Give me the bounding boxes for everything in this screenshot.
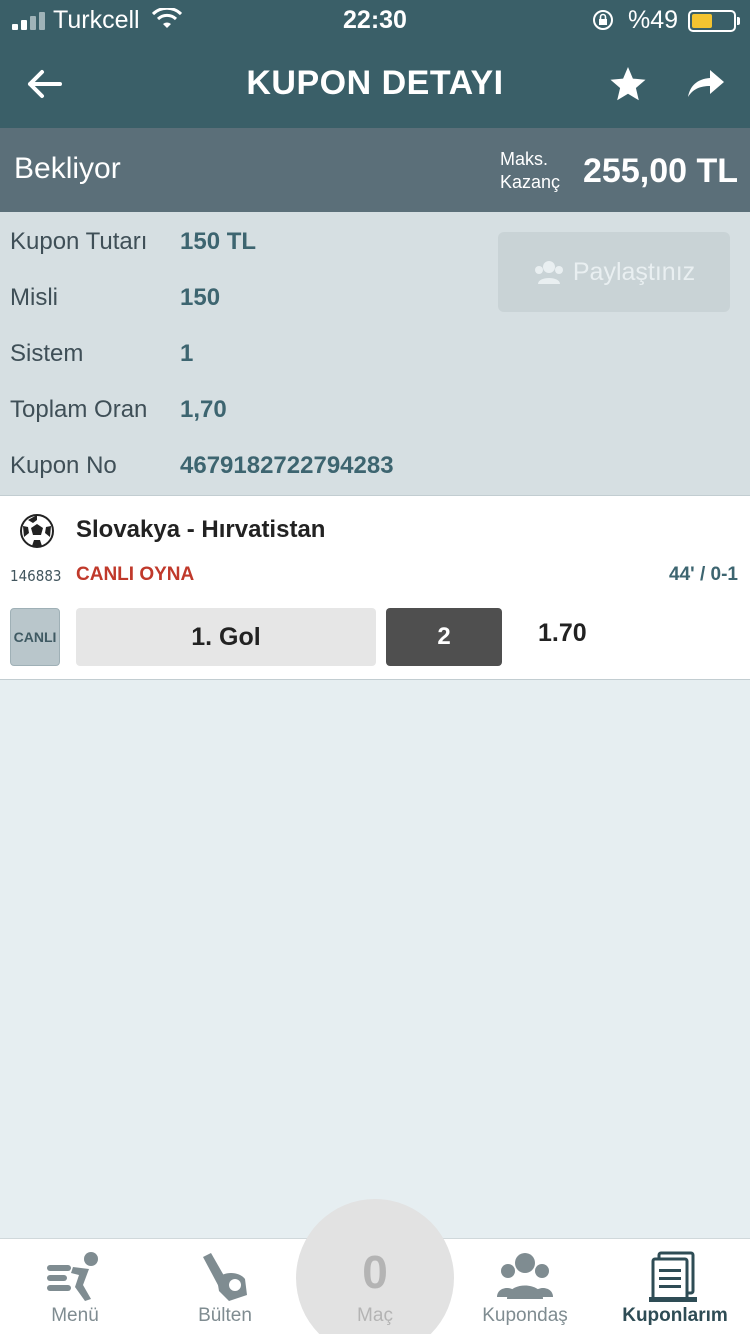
community-icon: [497, 1253, 553, 1299]
live-badge: CANLI: [10, 608, 60, 666]
menu-runner-icon: [47, 1252, 98, 1301]
live-play-link[interactable]: CANLI OYNA: [76, 564, 194, 586]
detail-row-amount: Kupon Tutarı 150 TL: [10, 228, 257, 255]
detail-row-total-odds: Toplam Oran 1,70: [10, 396, 227, 423]
match-code: 146883: [10, 567, 62, 585]
max-win-amount: 255,00 TL: [583, 152, 738, 190]
detail-row-system: Sistem 1: [10, 340, 194, 367]
coupon-status: Bekliyor: [14, 152, 121, 185]
tab-menu[interactable]: Menü: [0, 1239, 150, 1334]
max-win-label: Maks. Kazanç: [500, 149, 561, 192]
people-icon: [534, 261, 563, 284]
battery-icon: [688, 10, 740, 32]
tab-bar: Menü Bülten 0 Maç Kupondaş Kuponlarım: [0, 1199, 750, 1334]
status-bar: Turkcell 22:30 %49: [0, 0, 750, 40]
share-icon[interactable]: [684, 62, 728, 106]
market-name: 1. Gol: [76, 608, 376, 666]
pick-value: 2: [386, 608, 502, 666]
tab-match[interactable]: 0 Maç: [300, 1239, 450, 1334]
detail-row-coupon-no: Kupon No 4679182722794283: [10, 452, 394, 479]
match-count: 0: [362, 1246, 388, 1298]
soccer-ball-icon: [20, 514, 54, 548]
tab-bulletin[interactable]: Bülten: [150, 1239, 300, 1334]
shared-button-label: Paylaştınız: [572, 257, 696, 286]
tab-my-coupons[interactable]: Kuponlarım: [600, 1239, 750, 1334]
match-teams[interactable]: Slovakya - Hırvatistan: [76, 516, 325, 544]
rotation-lock-icon: [593, 10, 613, 30]
tab-kupondas[interactable]: Kupondaş: [450, 1239, 600, 1334]
match-item: Slovakya - Hırvatistan 146883 CANLI OYNA…: [0, 495, 750, 680]
navigation-bar: KUPON DETAYI: [0, 40, 750, 128]
coupons-icon: [649, 1251, 697, 1302]
star-icon[interactable]: [606, 62, 650, 106]
detail-row-multiplier: Misli 150: [10, 284, 221, 311]
shared-button[interactable]: Paylaştınız: [498, 232, 730, 312]
odd-value: 1.70: [538, 619, 587, 647]
coupon-details: Kupon Tutarı 150 TL Misli 150 Sistem 1 T…: [0, 212, 750, 495]
coupon-summary: Bekliyor Maks. Kazanç 255,00 TL: [0, 128, 750, 212]
battery-percent: %49: [628, 6, 679, 34]
bulletin-hand-icon: [203, 1253, 247, 1301]
match-score: 44' / 0-1: [669, 564, 738, 585]
